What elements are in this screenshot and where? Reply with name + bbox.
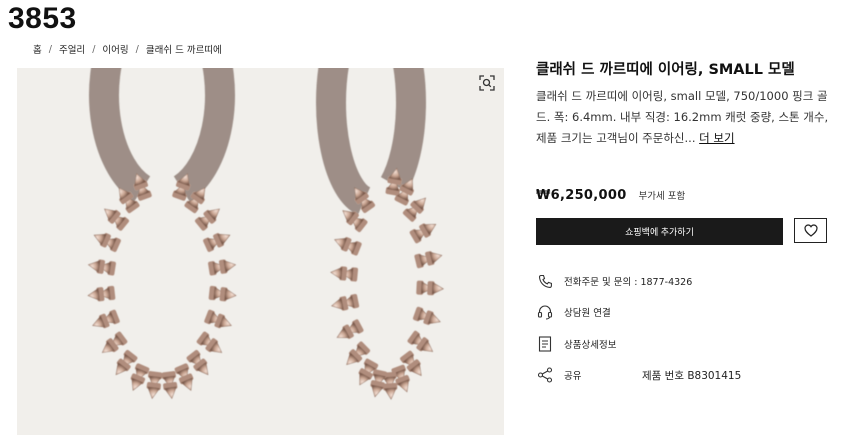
product-details-text: 상품상세정보 [564, 340, 617, 351]
vat-note: 부가세 포함 [638, 191, 686, 202]
share-icon [536, 366, 554, 384]
breadcrumb: 홈 / 주얼리 / 이어링 / 클래쉬 드 까르띠에 [33, 42, 222, 57]
share-text: 공유 [564, 371, 582, 382]
breadcrumb-separator: / [135, 43, 139, 55]
page-id-label: 3853 [8, 2, 77, 35]
share-row[interactable]: 공유 [536, 366, 581, 384]
breadcrumb-separator: / [92, 43, 96, 55]
headset-icon [536, 303, 554, 321]
breadcrumb-home[interactable]: 홈 [33, 42, 42, 56]
left-earring-image [87, 68, 237, 400]
product-reference: 제품 번호 B8301415 [642, 370, 742, 382]
heart-icon [803, 224, 818, 237]
phone-order-row[interactable]: 전화주문 및 문의 : 1877-4326 [536, 272, 692, 290]
product-price: ₩6,250,000 [536, 188, 627, 203]
add-to-bag-button[interactable]: 쇼핑백에 추가하기 [536, 218, 783, 245]
right-earring-image [316, 68, 444, 400]
product-description-text: 클래쉬 드 까르띠에 이어링, small 모델, 750/1000 핑크 골드… [536, 89, 829, 145]
phone-order-text: 전화주문 및 문의 : 1877-4326 [564, 277, 693, 288]
document-icon [536, 335, 554, 353]
product-details-row[interactable]: 상품상세정보 [536, 335, 616, 353]
agent-connect-row[interactable]: 상담원 연결 [536, 303, 611, 321]
breadcrumb-earrings[interactable]: 이어링 [102, 42, 128, 56]
breadcrumb-clash-de-cartier[interactable]: 클래쉬 드 까르띠에 [146, 42, 222, 56]
wishlist-button[interactable] [794, 218, 827, 243]
product-image [87, 68, 444, 400]
zoom-icon [479, 75, 495, 91]
product-description: 클래쉬 드 까르띠에 이어링, small 모델, 750/1000 핑크 골드… [536, 86, 832, 149]
product-title: 클래쉬 드 까르띠에 이어링, SMALL 모델 [536, 62, 795, 78]
price-row: ₩6,250,000 부가세 포함 [536, 188, 685, 203]
breadcrumb-separator: / [48, 43, 52, 55]
breadcrumb-jewelry[interactable]: 주얼리 [59, 42, 85, 56]
agent-connect-text: 상담원 연결 [564, 308, 611, 319]
product-image-panel [17, 68, 504, 435]
read-more-link[interactable]: 더 보기 [699, 131, 734, 145]
phone-icon [536, 272, 554, 290]
zoom-button[interactable] [478, 74, 496, 92]
